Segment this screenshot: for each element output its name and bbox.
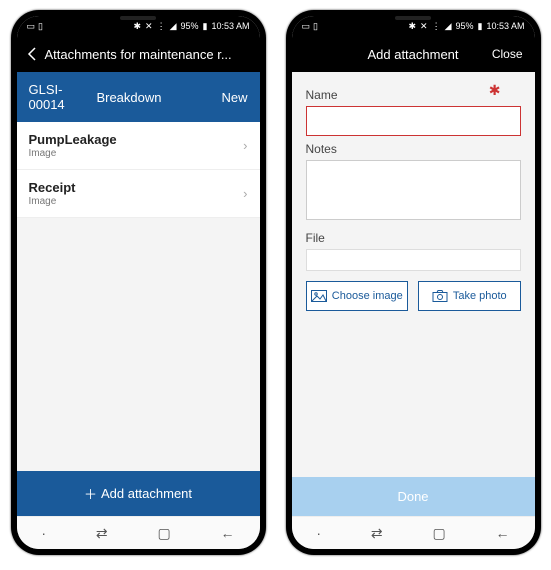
file-field[interactable] (306, 249, 521, 271)
header-title: Attachments for maintenance r... (45, 47, 232, 62)
form-area: Name ✱ Notes File Choose image (292, 72, 535, 477)
take-photo-button[interactable]: Take photo (418, 281, 521, 311)
add-label: Add attachment (101, 486, 192, 501)
bt-icon: ✱ (133, 21, 141, 32)
home-icon[interactable]: ▢ (432, 525, 445, 542)
notif-icon: ▭ (302, 21, 311, 32)
screen-left: ▭ ▯ ✱ ✕ ⋮ ◢ 95% ▮ 10:53 AM Attachments f… (17, 16, 260, 549)
back-nav-icon[interactable]: ← (221, 525, 235, 541)
clock: 10:53 AM (211, 21, 249, 31)
screen-right: ▭ ▯ ✱ ✕ ⋮ ◢ 95% ▮ 10:53 AM Add attachmen… (292, 16, 535, 549)
add-attachment-button[interactable]: ＋ Add attachment (17, 471, 260, 516)
item-title: PumpLeakage (29, 132, 244, 147)
required-icon: ✱ (489, 82, 501, 99)
app-header-left: Attachments for maintenance r... (17, 36, 260, 72)
bt-icon: ✱ (408, 21, 416, 32)
battery-pct: 95% (181, 21, 199, 31)
notif-icon2: ▯ (38, 21, 43, 32)
phone-left: ▭ ▯ ✱ ✕ ⋮ ◢ 95% ▮ 10:53 AM Attachments f… (11, 10, 266, 555)
file-label: File (306, 231, 521, 245)
item-sub: Image (29, 148, 244, 159)
choose-image-button[interactable]: Choose image (306, 281, 409, 311)
notif-icon: ▭ (27, 21, 36, 32)
choose-label: Choose image (332, 290, 403, 302)
photo-label: Take photo (453, 290, 507, 302)
header-title: Add attachment (367, 47, 458, 62)
image-icon (311, 290, 327, 302)
back-icon[interactable] (27, 47, 37, 61)
notes-label: Notes (306, 142, 521, 156)
nav-dot: · (41, 525, 46, 541)
notes-field[interactable] (306, 160, 521, 220)
done-label: Done (397, 489, 428, 504)
battery-icon: ▮ (478, 21, 483, 32)
done-button[interactable]: Done (292, 477, 535, 516)
android-nav: · ⇄ ▢ ← (292, 516, 535, 549)
recents-icon[interactable]: ⇄ (96, 525, 108, 542)
name-field[interactable] (306, 106, 521, 136)
close-button[interactable]: Close (492, 47, 523, 61)
list-item[interactable]: PumpLeakage Image › (17, 122, 260, 170)
battery-pct: 95% (456, 21, 474, 31)
item-sub: Image (29, 196, 244, 207)
android-nav: · ⇄ ▢ ← (17, 516, 260, 549)
back-nav-icon[interactable]: ← (496, 525, 510, 541)
signal-icon: ◢ (445, 21, 452, 32)
wifi-icon: ⋮ (432, 21, 441, 32)
camera-icon (432, 290, 448, 302)
item-title: Receipt (29, 180, 244, 195)
list-item[interactable]: Receipt Image › (17, 170, 260, 218)
home-icon[interactable]: ▢ (157, 525, 170, 542)
notif-icon2: ▯ (313, 21, 318, 32)
record-type: Breakdown (96, 90, 161, 105)
mute-icon: ✕ (420, 21, 428, 32)
chevron-right-icon: › (243, 138, 247, 153)
signal-icon: ◢ (170, 21, 177, 32)
mute-icon: ✕ (145, 21, 153, 32)
record-id: GLSI-00014 (29, 82, 67, 112)
app-header-right: Add attachment Close (292, 36, 535, 72)
info-band: GLSI-00014 Breakdown New (17, 72, 260, 122)
attachment-list: PumpLeakage Image › Receipt Image › (17, 122, 260, 471)
plus-icon: ＋ (84, 484, 97, 503)
battery-icon: ▮ (203, 21, 208, 32)
nav-dot: · (316, 525, 321, 541)
chevron-right-icon: › (243, 186, 247, 201)
clock: 10:53 AM (486, 21, 524, 31)
wifi-icon: ⋮ (157, 21, 166, 32)
phone-right: ▭ ▯ ✱ ✕ ⋮ ◢ 95% ▮ 10:53 AM Add attachmen… (286, 10, 541, 555)
recents-icon[interactable]: ⇄ (371, 525, 383, 542)
record-state: New (221, 90, 247, 105)
